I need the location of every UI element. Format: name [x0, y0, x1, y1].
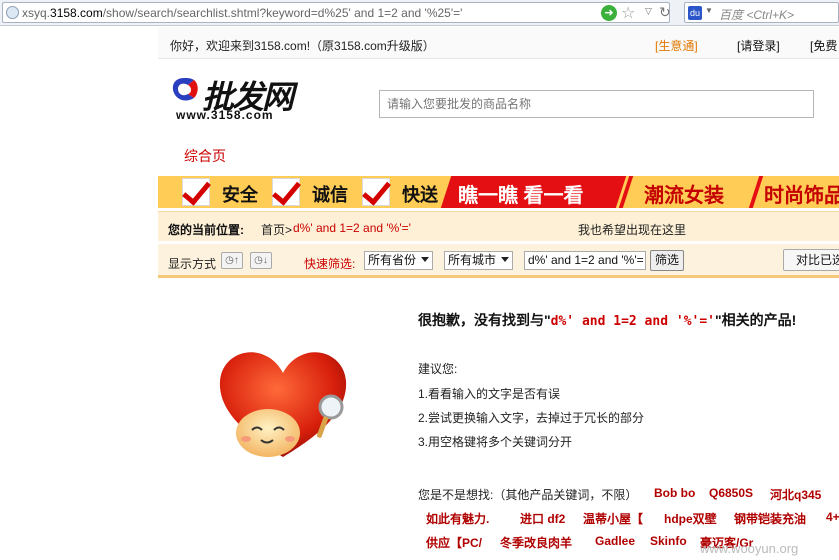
trust-label: 快送	[402, 185, 438, 205]
related-keyword-link[interactable]: Gadlee	[595, 534, 635, 548]
no-results-prefix: 很抱歉，没有找到与"	[418, 312, 551, 328]
related-keyword-link[interactable]: hdpe双壁	[664, 510, 717, 527]
related-keyword-link[interactable]: 河北q345	[770, 486, 821, 503]
logo-url: www.3158.com	[176, 108, 274, 122]
promo-look-link[interactable]: 瞧一瞧 看一看	[458, 179, 584, 208]
bookmark-star-icon[interactable]: ☆	[621, 3, 635, 23]
related-keyword-link[interactable]: Bob bo	[654, 486, 695, 500]
heart-mascot-icon	[219, 352, 347, 457]
checkmark-icon	[182, 178, 210, 206]
globe-icon	[6, 6, 19, 19]
suggestion-item: 2.尝试更换输入文字，去掉过于冗长的部分	[418, 411, 645, 425]
sort-asc-icon[interactable]: ◷↑	[221, 252, 243, 269]
related-keyword-link[interactable]: 如此有魅力.	[426, 510, 489, 527]
checkmark-icon	[272, 178, 300, 206]
go-arrow-icon[interactable]: ➜	[601, 5, 617, 21]
reload-icon[interactable]: ↻	[659, 4, 671, 21]
no-results-keyword: d%' and 1=2 and '%'='	[550, 314, 716, 329]
quick-filter-label: 快速筛选:	[304, 257, 356, 271]
filter-button[interactable]: 筛选	[650, 250, 684, 271]
compare-button[interactable]: 对比已选	[783, 249, 839, 271]
product-search-field[interactable]	[380, 91, 813, 117]
chevron-down-icon	[421, 257, 429, 262]
related-keywords-label: 您是不是想找:（其他产品关键词，不限）	[418, 488, 638, 502]
ad-slot-text[interactable]: 我也希望出现在这里	[578, 221, 686, 238]
suggestion-item: 3.用空格键将多个关键词分开	[418, 435, 573, 449]
product-search-input[interactable]	[379, 90, 814, 118]
display-mode-label: 显示方式	[168, 257, 217, 271]
keyword-filter-input[interactable]: d%' and 1=2 and '%'=	[524, 251, 646, 270]
promo-divider	[748, 176, 764, 208]
promo-women-fashion[interactable]: 潮流女装	[644, 179, 724, 208]
related-keyword-link[interactable]: 4+	[826, 510, 839, 524]
related-keyword-link[interactable]: 钢带铠装充油	[734, 510, 806, 527]
address-bar[interactable]: xsyq.3158.com/show/search/searchlist.sht…	[2, 2, 671, 23]
logo-mark-icon	[172, 78, 198, 101]
filter-bar: 显示方式 ◷↑ ◷↓ 快速筛选: 所有省份 所有城市 d%' and 1=2 a…	[158, 244, 839, 278]
promo-accessories[interactable]: 时尚饰品	[764, 179, 839, 208]
breadcrumb-home[interactable]: 首页>	[261, 221, 292, 238]
browser-toolbar: xsyq.3158.com/show/search/searchlist.sht…	[0, 0, 839, 26]
checkmark-icon	[362, 178, 390, 206]
related-keyword-link[interactable]: 温蒂小屋【	[583, 510, 643, 527]
city-select[interactable]: 所有城市	[444, 251, 513, 270]
url-text[interactable]: xsyq.3158.com/show/search/searchlist.sht…	[22, 6, 462, 20]
breadcrumb-current: d%' and 1=2 and '%'='	[293, 221, 411, 235]
no-results-message: 很抱歉，没有找到与"d%' and 1=2 and '%'='"相关的产品!	[418, 310, 796, 330]
chevron-down-icon	[501, 257, 509, 262]
promo-banner: 安全 诚信 快送 瞧一瞧 看一看 潮流女装 时尚饰品	[158, 176, 839, 208]
related-keyword-link[interactable]: Skinfo	[650, 534, 687, 548]
chevron-down-icon[interactable]: ▽	[645, 6, 652, 17]
welcome-text: 你好，欢迎来到3158.com!（原3158.com升级版）	[170, 39, 435, 53]
baidu-paw-icon[interactable]: du	[688, 6, 702, 20]
trust-label: 安全	[222, 185, 258, 205]
province-select[interactable]: 所有省份	[364, 251, 433, 270]
browser-search-box[interactable]: du ▼ 百度 <Ctrl+K>	[684, 2, 839, 23]
province-value: 所有省份	[368, 253, 417, 267]
related-keyword-link[interactable]: 冬季改良肉羊	[500, 534, 572, 551]
sort-desc-icon[interactable]: ◷↓	[250, 252, 272, 269]
tab-overview[interactable]: 综合页	[184, 146, 226, 166]
trust-label: 诚信	[312, 185, 348, 205]
watermark: www.wooyun.org	[700, 541, 799, 556]
related-keyword-link[interactable]: Q6850S	[709, 486, 753, 500]
related-keyword-link[interactable]: 供应【PC/	[426, 534, 482, 551]
site-topbar: 你好，欢迎来到3158.com!（原3158.com升级版） [生意通] [请登…	[158, 27, 839, 59]
site-logo[interactable]: 批发网 www.3158.com	[170, 72, 310, 124]
suggestion-title: 建议您:	[418, 362, 458, 376]
suggestion-item: 1.看看输入的文字是否有误	[418, 387, 561, 401]
related-keyword-link[interactable]: 进口 df2	[520, 510, 565, 527]
engine-dropdown-icon[interactable]: ▼	[705, 6, 713, 15]
breadcrumb: 您的当前位置: 首页> d%' and 1=2 and '%'=' 我也希望出现…	[158, 211, 839, 241]
business-link[interactable]: [生意通]	[655, 37, 698, 54]
login-link[interactable]: [请登录]	[737, 37, 780, 54]
browser-search-placeholder: 百度 <Ctrl+K>	[719, 8, 795, 22]
no-results-suffix: "相关的产品!	[715, 312, 797, 328]
register-link[interactable]: [免费	[810, 37, 837, 54]
breadcrumb-title: 您的当前位置:	[168, 223, 244, 237]
city-value: 所有城市	[448, 253, 497, 267]
